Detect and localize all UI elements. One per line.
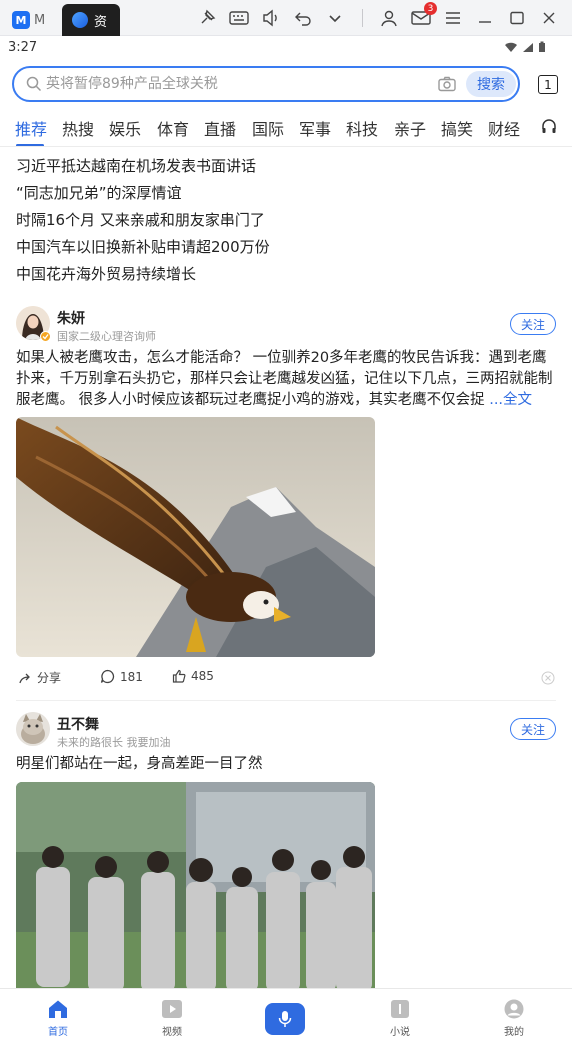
camera-icon[interactable] [438,76,456,92]
post-text[interactable]: 如果人被老鹰攻击，怎么才能活命？ 一位驯养20多年老鹰的牧民告诉我：遇到老鹰扑来… [16,348,558,411]
post-actions: 分享 181 485 [0,669,572,691]
tab-funny[interactable]: 搞笑 [441,116,473,140]
microphone-icon [278,1011,292,1027]
tab-parenting[interactable]: 亲子 [394,116,426,140]
dismiss-icon[interactable] [541,671,555,685]
emulator-tab-2-label: 资 [94,14,108,30]
pin-icon[interactable] [197,8,217,28]
signal-icon [523,42,533,52]
mail-badge: 3 [424,2,437,15]
nav-mine[interactable]: 我的 [484,999,544,1038]
verified-badge-icon [40,331,51,342]
user-icon[interactable] [379,8,399,28]
toolbar-divider [362,9,363,27]
search-input[interactable] [46,74,426,94]
follow-button[interactable]: 关注 [510,718,556,740]
author-description: 国家二级心理咨询师 [57,330,156,343]
tab-entertainment[interactable]: 娱乐 [109,116,141,140]
post-image[interactable] [16,782,375,1002]
nav-home-label: 首页 [48,1027,68,1038]
tab-count-button[interactable]: 1 [538,75,558,94]
nav-mine-label: 我的 [504,1027,524,1038]
like-count: 485 [191,669,214,683]
book-icon [391,1000,409,1018]
comment-icon [100,669,115,684]
post-body: 如果人被老鹰攻击，怎么才能活命？ 一位驯养20多年老鹰的牧民告诉我：遇到老鹰扑来… [16,350,553,408]
nav-novel[interactable]: 小说 [370,999,430,1038]
share-button[interactable]: 分享 [18,669,61,686]
profile-icon [504,999,524,1019]
headline-list: 习近平抵达越南在机场发表书面讲话 “同志加兄弟”的深厚情谊 时隔16个月 又来亲… [16,156,270,291]
card-divider [16,700,556,701]
read-more-link[interactable]: ...全文 [489,392,532,408]
emulator-tab-1-label: M [34,12,46,28]
volume-icon[interactable] [261,8,281,28]
tab-hot-search[interactable]: 热搜 [62,116,94,140]
phone-status-bar: 3:27 [0,36,572,58]
nav-video[interactable]: 视频 [142,999,202,1038]
status-time: 3:27 [8,40,38,55]
comment-count: 181 [120,669,143,684]
app-logo-icon: M [12,11,30,29]
post-image[interactable] [16,417,375,657]
headline-item[interactable]: 时隔16个月 又来亲戚和朋友家串门了 [16,210,270,237]
avatar[interactable] [16,712,50,746]
headline-item[interactable]: 中国花卉海外贸易持续增长 [16,264,270,291]
search-bar[interactable]: 搜索 [12,66,520,102]
tab-finance[interactable]: 财经 [488,116,520,140]
home-icon [49,1000,67,1018]
close-icon[interactable] [539,8,559,28]
headline-item[interactable]: 习近平抵达越南在机场发表书面讲话 [16,156,270,183]
maximize-icon[interactable] [507,8,527,28]
author-name[interactable]: 丑不舞 [57,714,99,734]
tab-tech[interactable]: 科技 [346,116,378,140]
emulator-tab-2[interactable]: 资 [62,4,120,36]
follow-button[interactable]: 关注 [510,313,556,335]
like-button[interactable]: 485 [172,669,214,683]
status-indicators [504,41,546,53]
battery-icon [539,41,545,52]
share-icon [19,673,30,683]
video-icon [162,1000,182,1018]
author-name[interactable]: 朱妍 [57,308,85,328]
menu-icon[interactable] [443,8,463,28]
tab-sports[interactable]: 体育 [157,116,189,140]
nav-novel-label: 小说 [390,1027,410,1038]
channel-tabs: 推荐 热搜 娱乐 体育 直播 国际 军事 科技 亲子 搞笑 财经 [0,112,572,147]
thumbs-up-icon [172,669,186,683]
tab-live[interactable]: 直播 [204,116,236,140]
headline-item[interactable]: “同志加兄弟”的深厚情谊 [16,183,270,210]
channel-divider [0,146,572,147]
post-text[interactable]: 明星们都站在一起，身高差距一目了然 [16,754,558,775]
minimize-icon[interactable] [475,8,495,28]
nav-video-label: 视频 [162,1027,182,1038]
back-icon[interactable] [293,8,313,28]
mail-icon[interactable]: 3 [411,2,437,28]
emulator-title-bar: M M 资 3 [0,0,572,36]
share-label: 分享 [37,671,62,685]
search-button[interactable]: 搜索 [466,71,516,97]
headline-item[interactable]: 中国汽车以旧换新补贴申请超200万份 [16,237,270,264]
tab-recommend[interactable]: 推荐 [15,116,47,140]
chevron-down-icon[interactable] [325,8,345,28]
search-icon [26,76,42,92]
keyboard-icon[interactable] [229,8,249,28]
tab-international[interactable]: 国际 [252,116,284,140]
bottom-navigation: 首页 视频 小说 我的 [0,988,572,1051]
author-description: 未来的路很长 我要加油 [57,736,171,749]
comment-button[interactable]: 181 [100,669,143,684]
voice-search-button[interactable] [265,1003,305,1035]
tab-military[interactable]: 军事 [299,116,331,140]
browser-logo-icon [72,12,88,28]
headphones-icon[interactable] [541,118,557,134]
nav-home[interactable]: 首页 [28,999,88,1038]
wifi-icon [505,42,517,52]
emulator-tab-1[interactable]: M M [12,8,56,32]
